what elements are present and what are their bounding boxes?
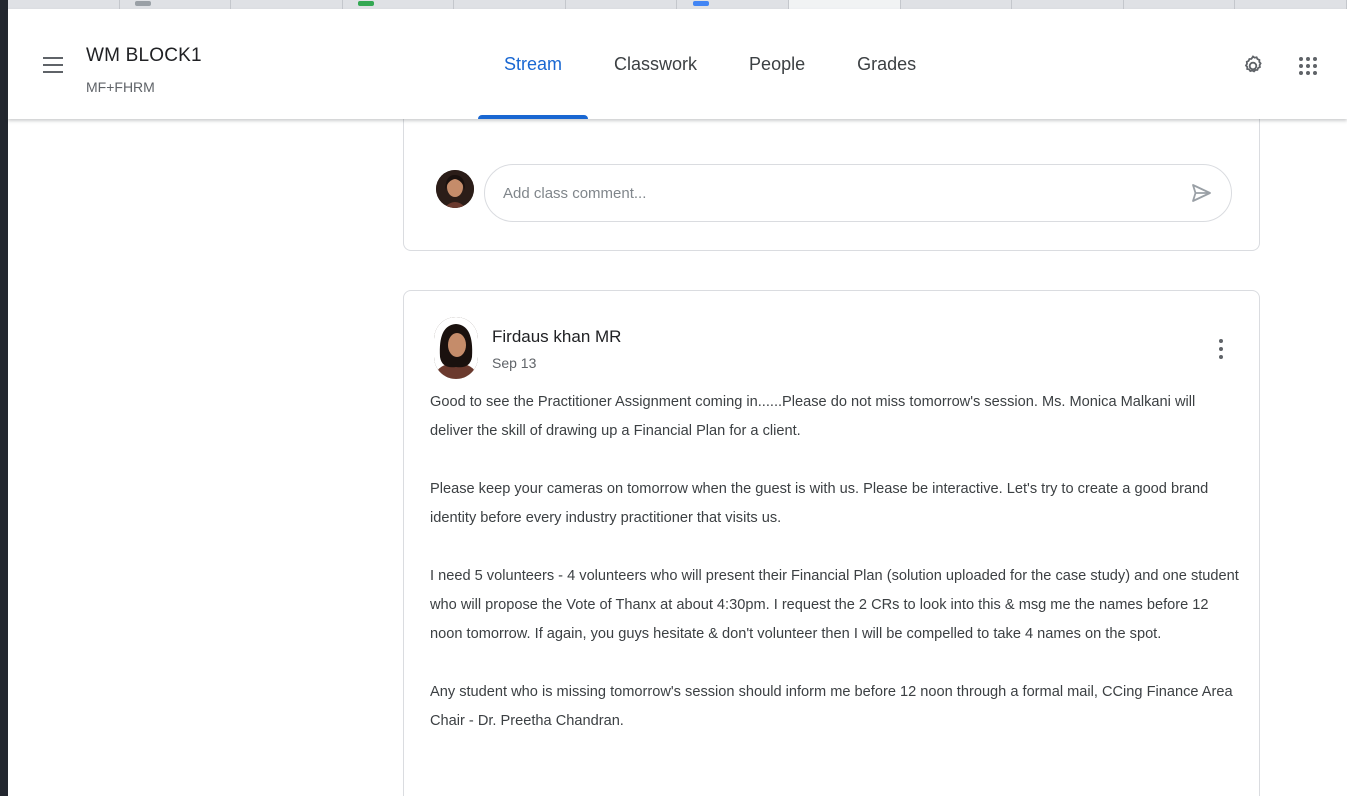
class-comment-card: Add class comment... bbox=[403, 99, 1260, 251]
menu-icon[interactable] bbox=[40, 54, 66, 76]
browser-tab[interactable] bbox=[231, 0, 343, 9]
browser-tab[interactable] bbox=[566, 0, 678, 9]
browser-tab-active[interactable] bbox=[789, 0, 901, 9]
class-title[interactable]: WM BLOCK1 bbox=[86, 45, 202, 67]
post-paragraph: Please keep your cameras on tomorrow whe… bbox=[430, 481, 1209, 526]
browser-tab-strip bbox=[8, 0, 1347, 9]
apps-grid-icon[interactable] bbox=[1293, 51, 1323, 81]
window-edge bbox=[0, 0, 8, 796]
app-bar: WM BLOCK1 MF+FHRM Stream Classwork Peopl… bbox=[8, 9, 1347, 119]
browser-tab[interactable] bbox=[1124, 0, 1236, 9]
browser-tab[interactable] bbox=[901, 0, 1013, 9]
post-author[interactable]: Firdaus khan MR bbox=[492, 327, 621, 347]
announcement-post: Firdaus khan MR Sep 13 Good to see the P… bbox=[403, 290, 1260, 796]
stream-content: Add class comment... Firdaus khan MR Sep… bbox=[8, 99, 1347, 796]
browser-tab[interactable] bbox=[1012, 0, 1124, 9]
gear-icon[interactable] bbox=[1238, 51, 1268, 81]
post-paragraph: Good to see the Practitioner Assignment … bbox=[430, 394, 1196, 439]
browser-tab[interactable] bbox=[343, 0, 455, 9]
browser-tab[interactable] bbox=[8, 0, 120, 9]
post-body: Good to see the Practitioner Assignment … bbox=[430, 388, 1240, 765]
avatar bbox=[436, 170, 474, 208]
browser-tab[interactable] bbox=[454, 0, 566, 9]
post-paragraph: I need 5 volunteers - 4 volunteers who w… bbox=[430, 568, 1239, 642]
class-tabs: Stream Classwork People Grades bbox=[478, 9, 942, 119]
comment-placeholder: Add class comment... bbox=[503, 184, 647, 202]
browser-tab[interactable] bbox=[677, 0, 790, 9]
tab-stream[interactable]: Stream bbox=[478, 9, 589, 119]
more-vert-icon[interactable] bbox=[1211, 333, 1231, 365]
post-date: Sep 13 bbox=[492, 355, 537, 371]
class-subtitle: MF+FHRM bbox=[86, 79, 155, 95]
tab-grades[interactable]: Grades bbox=[831, 9, 942, 119]
send-icon[interactable] bbox=[1189, 181, 1213, 205]
browser-tab[interactable] bbox=[1235, 0, 1347, 9]
author-avatar bbox=[434, 317, 478, 379]
tab-classwork[interactable]: Classwork bbox=[588, 9, 723, 119]
tab-people[interactable]: People bbox=[723, 9, 831, 119]
class-comment-input[interactable]: Add class comment... bbox=[484, 164, 1232, 222]
post-paragraph: Any student who is missing tomorrow's se… bbox=[430, 684, 1233, 729]
browser-tab[interactable] bbox=[120, 0, 232, 9]
